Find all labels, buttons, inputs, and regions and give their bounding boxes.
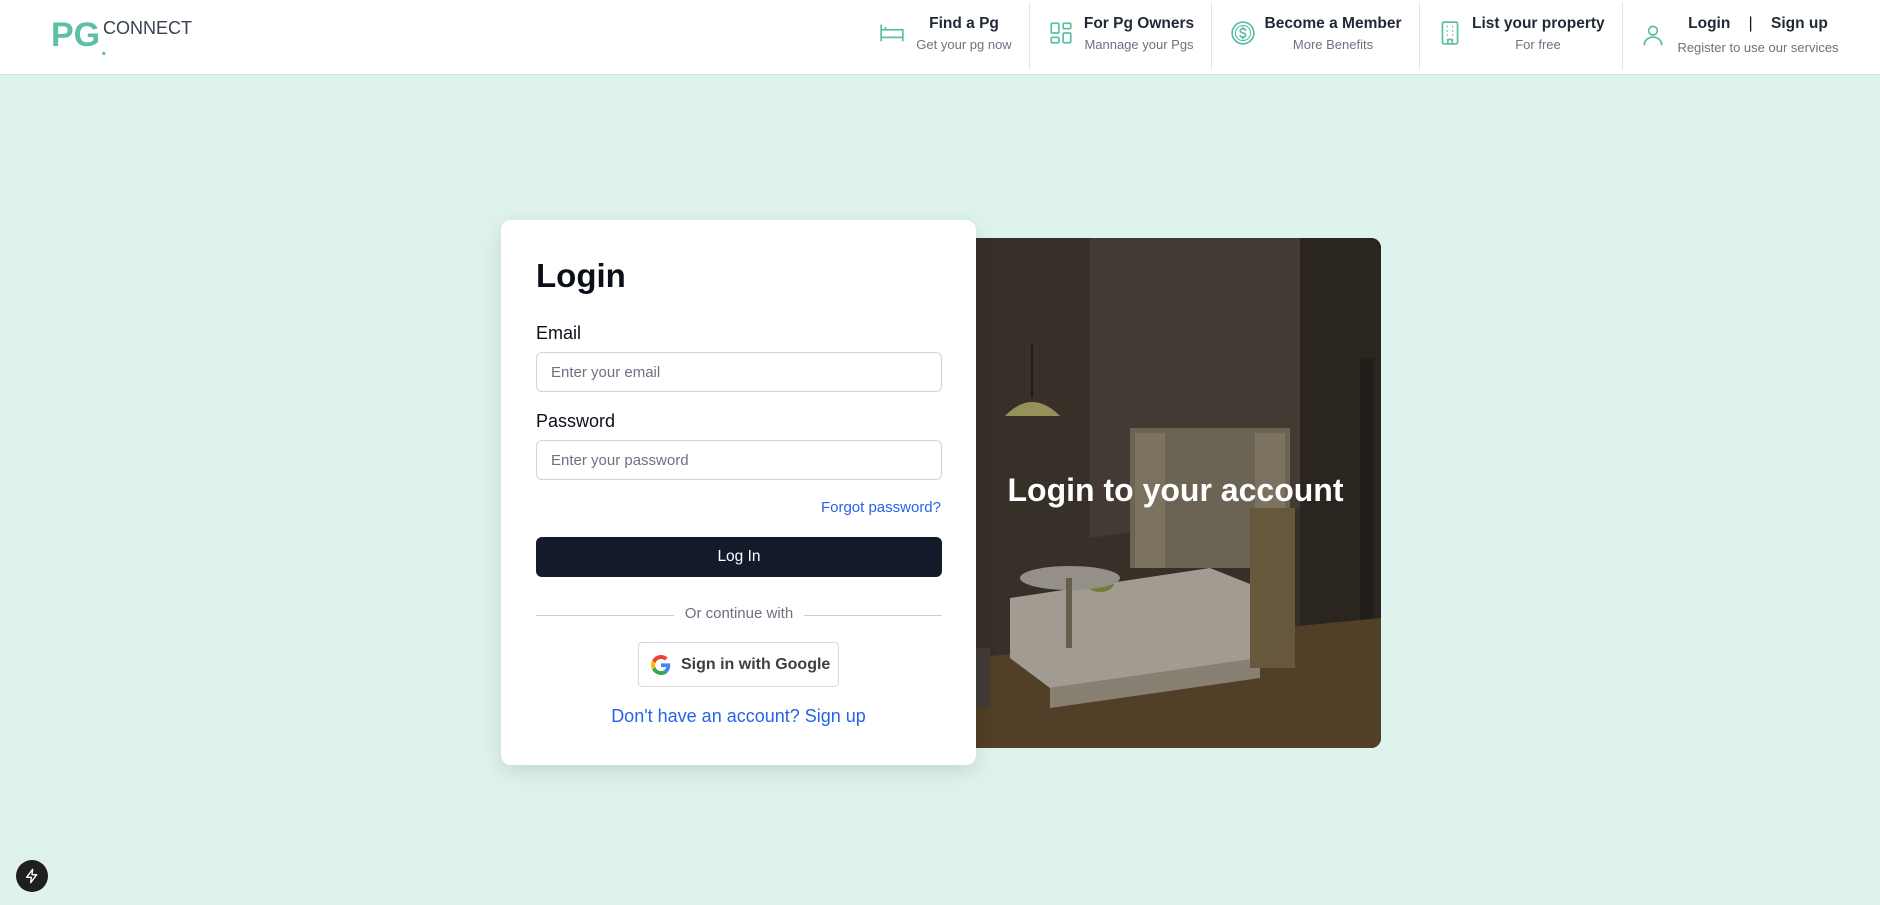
divider-text: Or continue with — [684, 605, 794, 622]
email-label: Email — [536, 323, 582, 343]
forgot-password-link[interactable]: Forgot password? — [821, 499, 941, 516]
logo-dot: . — [101, 38, 107, 60]
signup-link[interactable]: Sign up — [1771, 15, 1828, 32]
google-signin-label: Sign in with Google — [681, 655, 831, 673]
lightning-icon — [26, 868, 38, 884]
page-title: Login — [536, 257, 626, 294]
nav-divider — [1211, 2, 1212, 70]
logo-brand: PG — [51, 16, 101, 54]
login-card: Login Email Password Forgot password? Lo… — [501, 220, 976, 765]
password-label: Password — [536, 411, 616, 431]
nav-subtitle: More Benefits — [1292, 37, 1374, 52]
nav-title: List your property — [1472, 15, 1605, 32]
hero-image: Login to your account — [970, 238, 1381, 748]
login-link[interactable]: Login — [1688, 15, 1730, 32]
email-field[interactable] — [536, 352, 942, 392]
dollar-circle-icon — [1231, 21, 1255, 45]
site-header: PG . CONNECT Find a Pg Get your pg now F… — [0, 0, 1880, 75]
nav-divider — [1029, 2, 1030, 70]
divider: Or continue with — [536, 605, 942, 625]
password-field[interactable] — [536, 440, 942, 480]
nav-title: For Pg Owners — [1083, 15, 1195, 32]
dev-tools-button[interactable] — [16, 860, 48, 892]
bed-icon — [880, 24, 904, 42]
nav-subtitle: Mannage your Pgs — [1084, 37, 1194, 52]
nav-title: Become a Member — [1264, 15, 1402, 32]
nav-subtitle: Get your pg now — [916, 37, 1012, 52]
google-icon — [651, 654, 671, 675]
nav-title: Find a Pg — [929, 15, 999, 32]
nav-divider — [1622, 2, 1623, 70]
nav-subtitle: For free — [1515, 37, 1561, 52]
dashboard-icon — [1050, 22, 1072, 44]
hero-heading: Login to your account — [1007, 472, 1344, 508]
google-signin-button[interactable]: Sign in with Google — [638, 642, 839, 687]
signup-prompt-link[interactable]: Don't have an account? Sign up — [501, 706, 976, 727]
login-button[interactable]: Log In — [536, 537, 942, 577]
nav-divider — [1419, 2, 1420, 70]
building-icon — [1441, 21, 1459, 45]
logo-subtitle: CONNECT — [103, 18, 192, 38]
account-separator: | — [1748, 15, 1753, 32]
account-subtitle: Register to use our services — [1677, 40, 1839, 55]
user-icon — [1643, 25, 1663, 46]
